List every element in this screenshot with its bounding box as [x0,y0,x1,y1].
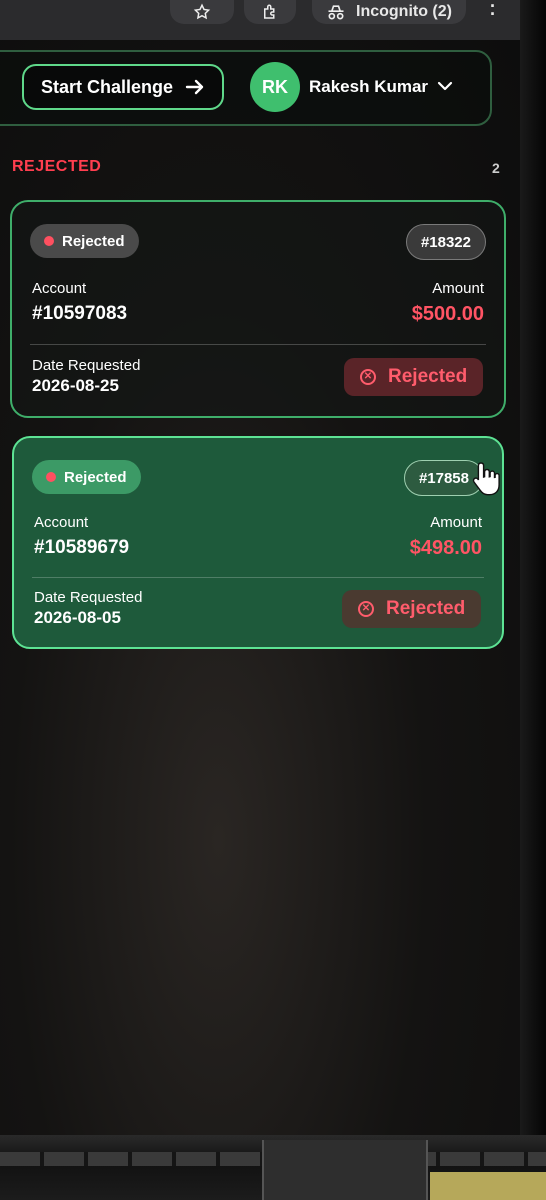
section-title: REJECTED [12,158,102,175]
date-label: Date Requested [34,589,143,606]
request-card[interactable]: Rejected #17858 Account #10589679 Amount… [12,436,504,649]
browser-menu-icon[interactable]: · · [486,0,500,23]
account-number: #10589679 [34,537,130,558]
hand-cursor-icon [472,462,500,496]
browser-toolbar: Incognito (2) · · [0,0,546,40]
bookmark-star-button[interactable] [170,0,234,24]
x-circle-icon: ✕ [360,369,376,385]
rejected-badge-label: Rejected [388,366,468,387]
amount-value: $500.00 [411,303,484,325]
rejected-status-badge: ✕ Rejected [342,590,482,628]
desk-surface [430,1172,546,1200]
account-number: #10597083 [32,303,128,324]
arrow-right-icon [185,79,204,95]
incognito-icon [328,5,344,20]
star-icon [193,3,211,20]
chevron-down-icon[interactable] [437,80,453,92]
divider [32,577,484,578]
rejected-badge-label: Rejected [386,598,466,619]
account-label: Account [34,514,89,531]
status-label: Rejected [64,468,127,486]
request-card[interactable]: Rejected #18322 Account #10597083 Amount… [10,200,506,418]
status-pill: Rejected [32,460,141,494]
incognito-label: Incognito (2) [356,3,452,20]
avatar[interactable]: RK [250,62,300,112]
user-name[interactable]: Rakesh Kumar [309,77,428,97]
section-count: 2 [492,160,500,176]
date-label: Date Requested [32,357,141,374]
screen-bezel-edge [520,0,546,1200]
request-id-pill[interactable]: #18322 [405,224,486,260]
date-value: 2026-08-25 [32,376,119,395]
start-challenge-label: Start Challenge [40,76,174,97]
date-value: 2026-08-05 [34,608,121,627]
divider [30,344,486,345]
amount-value: $498.00 [409,537,482,559]
incognito-indicator[interactable]: Incognito (2) [312,0,466,24]
amount-label: Amount [430,514,482,531]
extensions-button[interactable] [244,0,296,24]
rejected-status-badge: ✕ Rejected [344,358,484,396]
status-dot-icon [46,472,56,482]
amount-label: Amount [432,280,484,297]
x-circle-icon: ✕ [358,601,374,617]
status-label: Rejected [62,232,125,250]
status-pill: Rejected [30,224,139,258]
puzzle-icon [264,4,275,19]
keyboard-hinge [262,1140,428,1200]
account-label: Account [32,280,87,297]
start-challenge-button[interactable]: Start Challenge [22,64,224,110]
status-dot-icon [44,236,54,246]
